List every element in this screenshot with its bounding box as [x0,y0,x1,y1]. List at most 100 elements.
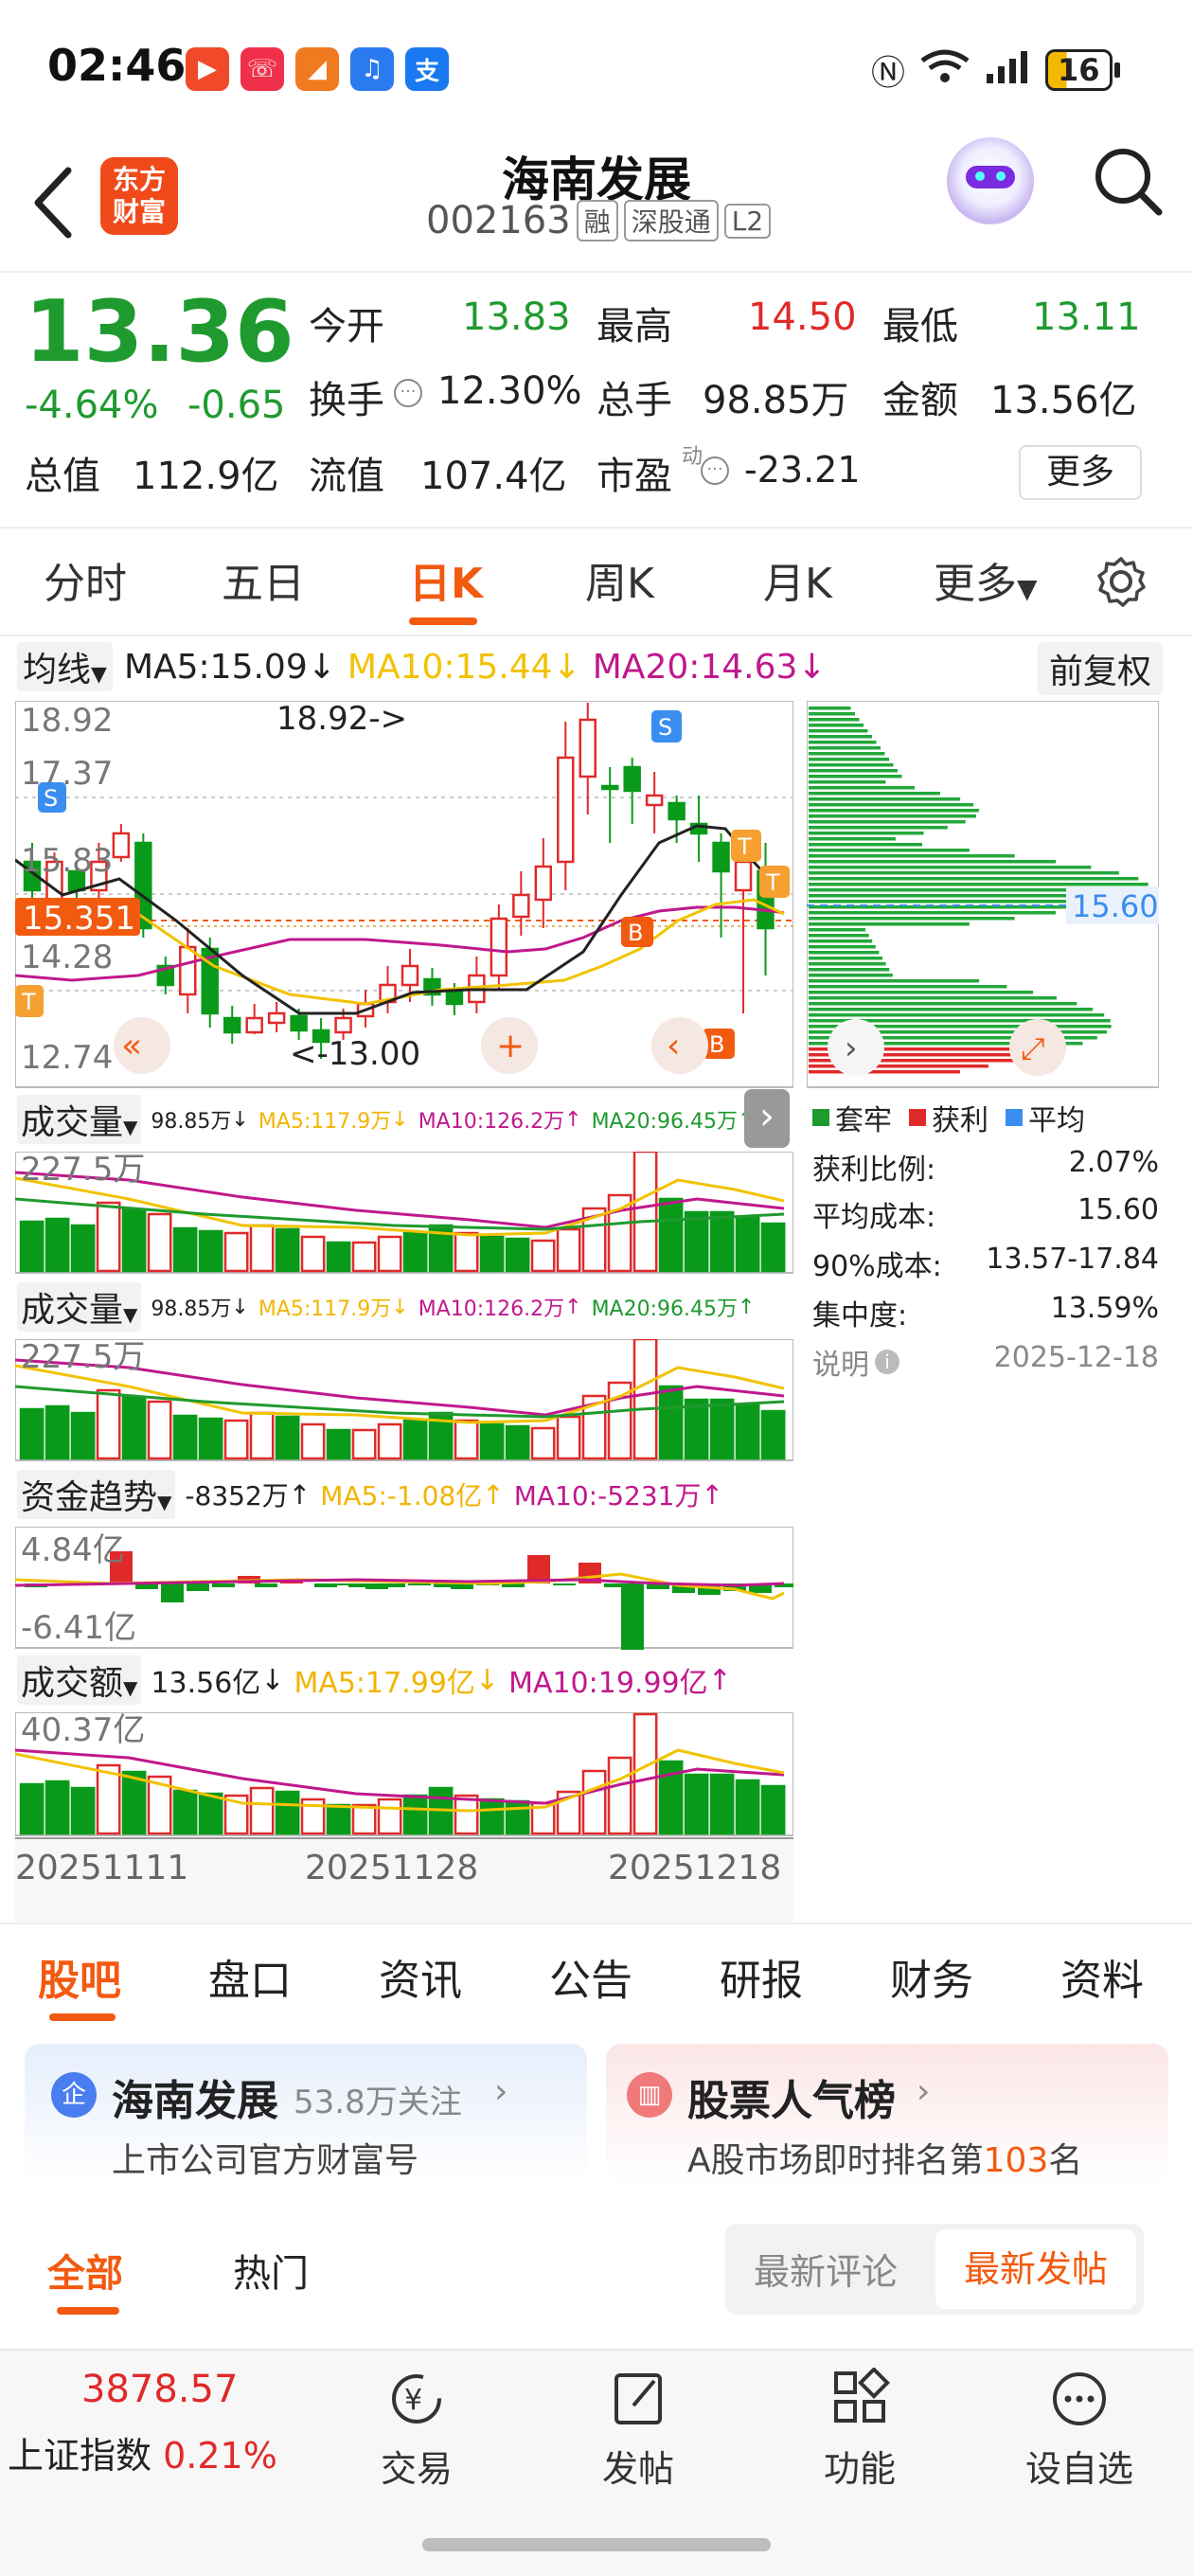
index-value[interactable]: 3878.57 [81,2368,238,2411]
chip-distribution-chart[interactable]: 15.60 › ⤢ [807,701,1159,1089]
ma-selector[interactable]: 均线▼ [17,642,113,691]
feed-sort-toggle: 最新评论 最新发帖 [725,2224,1144,2315]
tab-news[interactable]: 资讯 [379,1946,462,2007]
nfc-icon: Ⓝ [871,54,906,93]
feed-tab-all[interactable]: 全部 [47,2243,123,2298]
legend-trapped: 套牢 [835,1104,892,1137]
date-axis: 20251111 20251128 20251218 [15,1837,793,1923]
svg-text:⤢: ⤢ [1021,1030,1045,1066]
chip-stat-row: 平均成本: 15.60 [812,1193,1159,1234]
index-name-row[interactable]: 上证指数 0.21% [8,2426,277,2478]
sort-latest-post[interactable]: 最新发帖 [935,2229,1136,2309]
company-card[interactable]: 企 海南发展 53.8万关注 › 上市公司官方财富号 [25,2044,587,2186]
chevron-right-icon: › [494,2072,508,2111]
nav-functions[interactable]: 功能 [765,2367,954,2492]
tab-active-indicator [49,2013,116,2021]
tab-daily-k[interactable]: 日K [409,549,483,610]
volume-ma20: MA20:96.45万 [591,1110,738,1134]
tab-profile[interactable]: 资料 [1060,1946,1144,2007]
nav-post[interactable]: 发帖 [543,2368,733,2492]
tab-active-indicator [57,2307,119,2315]
chip-stat-row: 获利比例: 2.07% [812,1146,1159,1187]
fund-trend-chart: 4.84亿 -6.41亿 [15,1527,793,1650]
volume-value: 98.85万 [703,379,849,422]
volume-value: 98.85万 [151,1110,232,1134]
tab-finance[interactable]: 财务 [890,1946,973,2007]
connect-chip: 深股通 [623,200,719,242]
rank-number: 103 [983,2141,1049,2180]
volume-panel-2-legend: 成交量▼ 98.85万 ↓ MA5:117.9万 ↓ MA10:126.2万 ↑ MA… [17,1282,755,1332]
chip-note-row[interactable]: 说明 i 2025-12-18 [812,1341,1159,1383]
tab-forum[interactable]: 股吧 [38,1946,121,2007]
more-button[interactable]: 更多 [1019,445,1142,500]
popularity-card-title: 股票人气榜 [687,2077,896,2125]
tab-intraday[interactable]: 分时 [44,549,127,610]
float-label: 流值 [309,455,384,498]
system-icons: Ⓝ 16 [871,45,1120,95]
nav-watchlist[interactable]: 设自选 [985,2368,1174,2492]
popularity-card[interactable]: ▥ 股票人气榜 › A股市场即时排名第103名 [606,2044,1168,2186]
nav-trade[interactable]: ¥ 交易 [322,2368,511,2492]
amount-ma10: MA10:19.99亿 [508,1667,708,1700]
fund-panel-legend: 资金趋势▼ -8352万 ↑ MA5:-1.08亿 ↑ MA10:-5231万 ↑ [17,1470,723,1519]
settings-gear-icon[interactable] [1095,555,1148,612]
indicator-selector-label: 成交量 [21,1291,124,1330]
tab-weekly-k[interactable]: 周K [585,549,654,610]
volume-chart-2: 227.5万 [15,1339,793,1461]
low-label: 最低 [882,305,958,349]
indicator-selector[interactable]: 成交量▼ [17,1282,142,1332]
kline-chart[interactable]: 18.92-> <-13.00 18.92 17.37 15.83 14.28 … [15,701,793,1089]
robot-assistant-icon[interactable] [947,137,1034,224]
sort-latest-comment[interactable]: 最新评论 [754,2243,898,2295]
open-label: 今开 [309,305,384,349]
expand-panel-icon[interactable]: › [744,1089,790,1148]
company-card-subtitle: 上市公司官方财富号 [112,2141,419,2180]
indicator-selector[interactable]: 成交额▼ [17,1655,142,1705]
tab-five-day[interactable]: 五日 [222,549,305,610]
phone-missed-icon: ☏ [240,47,284,91]
tab-research[interactable]: 研报 [720,1946,803,2007]
volume-ma5: MA5:117.9万 [258,1110,392,1134]
ma10-value: MA10:15.44 [347,647,553,687]
tab-order-book[interactable]: 盘口 [208,1946,292,2007]
feed-tab-hot[interactable]: 热门 [233,2243,309,2298]
stock-code-row: 002163 融 深股通 L2 [426,199,772,242]
index-pct: 0.21% [163,2435,277,2477]
open-value: 13.83 [462,295,571,339]
info-icon[interactable]: ··· [394,379,422,407]
news-app-icon: ◢ [295,47,339,91]
signal-icon [985,47,1032,94]
volume-top-label: 227.5万 [21,1152,145,1189]
svg-text:S: S [658,714,672,741]
more-dots-icon [985,2368,1174,2434]
indicator-selector[interactable]: 资金趋势▼ [17,1470,176,1519]
mktcap-label: 总值 [25,455,100,498]
indicator-selector-label: 成交额 [21,1664,124,1703]
adjust-button[interactable]: 前复权 [1038,642,1164,695]
tab-announcements[interactable]: 公告 [549,1946,632,2007]
search-icon[interactable] [1091,144,1166,224]
alipay-icon: 支 [405,47,449,91]
tab-monthly-k[interactable]: 月K [763,549,832,610]
date-label: 20251128 [305,1849,479,1887]
svg-text:T: T [21,989,36,1015]
volume-ma10: MA10:126.2万 [418,1110,565,1134]
company-card-title: 海南发展 [112,2077,278,2125]
chevron-right-icon: › [917,2072,931,2111]
change-pct: -4.64% [25,384,159,427]
turnover-value: 12.30% [437,369,582,413]
ma-selector-label: 均线 [23,651,92,689]
margin-chip: 融 [576,200,618,242]
svg-text:¥: ¥ [404,2384,422,2417]
tab-more[interactable]: 更多▼ [934,549,1038,610]
chip-note-label: 说明 [812,1349,869,1382]
svg-text:B: B [628,920,643,946]
svg-text:T: T [765,869,780,896]
tab-more-label: 更多 [934,560,1017,608]
fund-ma10: MA10:-5231万 [513,1480,702,1512]
pe-info-icon[interactable]: ··· [701,456,729,485]
indicator-selector[interactable]: 成交量▼ [17,1095,142,1144]
amount-panel-legend: 成交额▼ 13.56亿 ↓ MA5:17.99亿 ↓ MA10:19.99亿 ↑ [17,1655,732,1705]
change-value: -0.65 [187,384,286,427]
y-label-2: 15.83 [21,842,113,880]
